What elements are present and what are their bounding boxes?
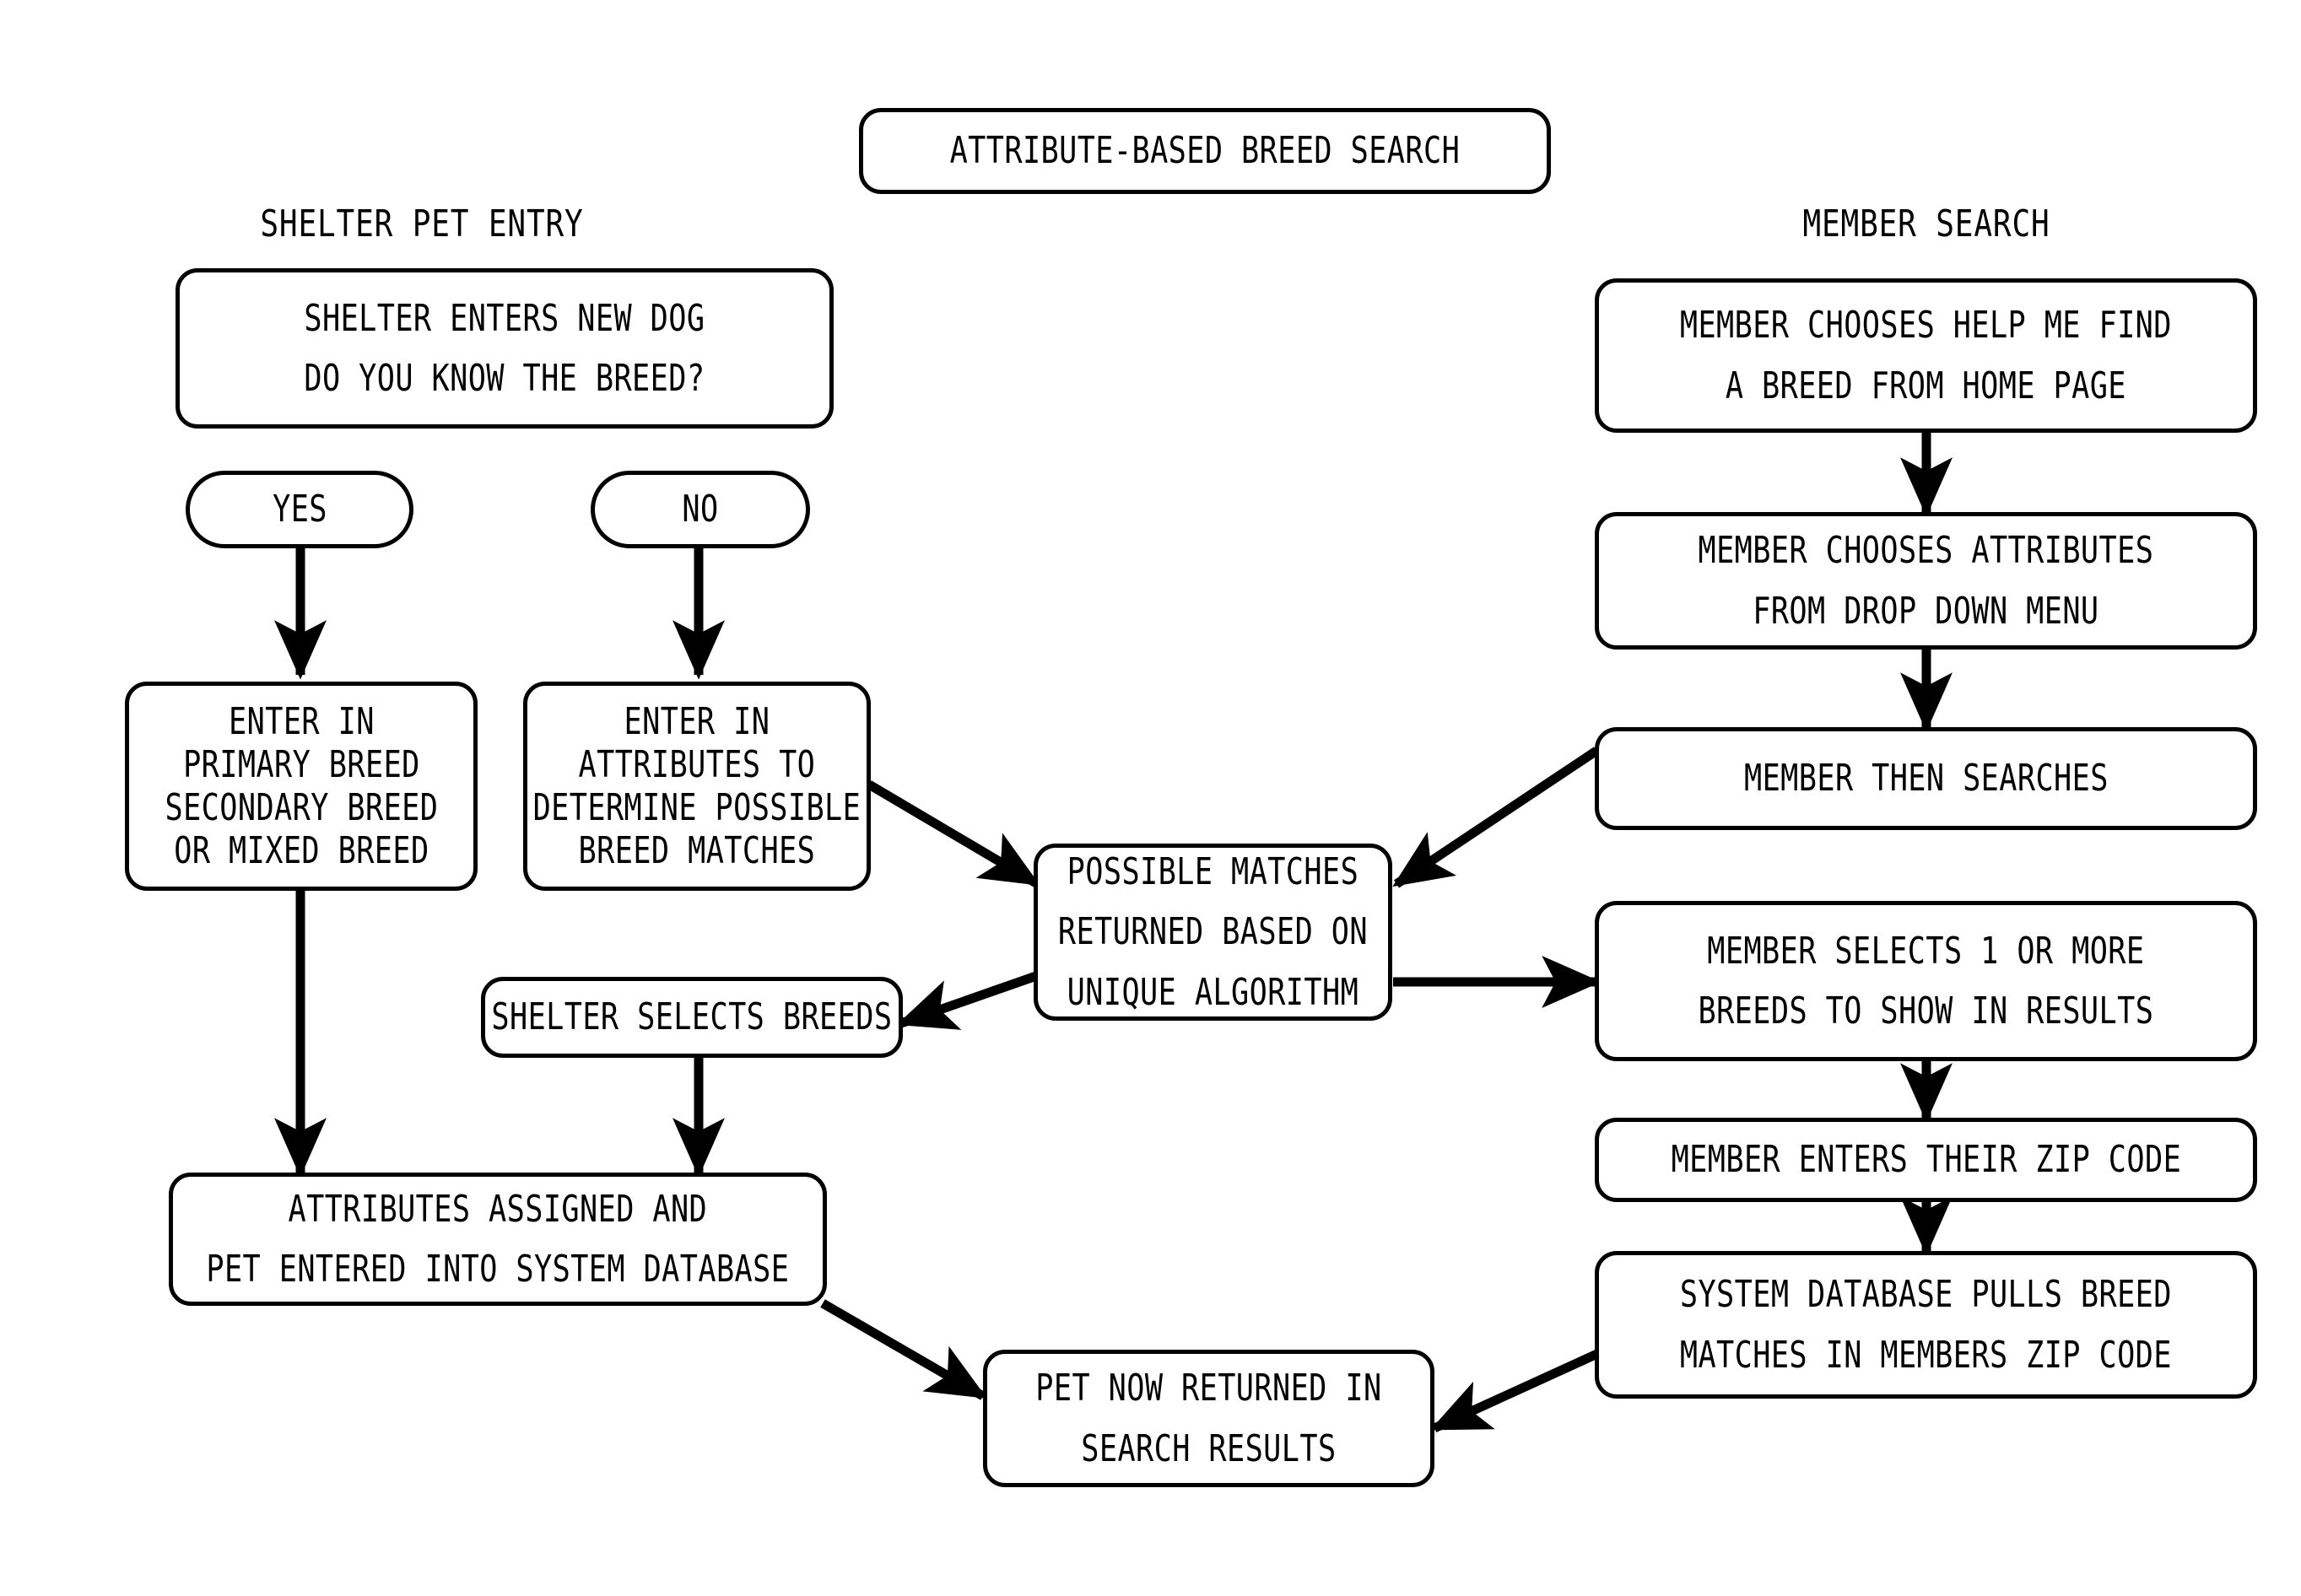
line-2: PET ENTERED INTO SYSTEM DATABASE xyxy=(206,1248,790,1291)
line-1: MEMBER SELECTS 1 OR MORE xyxy=(1707,929,2145,973)
node-decision-yes-label: YES xyxy=(272,488,327,531)
node-member-then-searches[interactable]: MEMBER THEN SEARCHES xyxy=(1595,727,2257,830)
line-2: ATTRIBUTES TO xyxy=(578,742,816,786)
line-1: PET NOW RETURNED IN xyxy=(1035,1367,1382,1410)
section-heading-shelter-pet-entry-label: SHELTER PET ENTRY xyxy=(260,202,584,245)
node-decision-no[interactable]: NO xyxy=(591,471,810,548)
node-attributes-assigned[interactable]: ATTRIBUTES ASSIGNED AND PET ENTERED INTO … xyxy=(169,1173,827,1306)
node-enter-in-primary-breed-label: ENTER IN PRIMARY BREED SECONDARY BREED OR M… xyxy=(165,700,438,872)
node-shelter-selects-breeds[interactable]: SHELTER SELECTS BREEDS xyxy=(481,977,903,1058)
line-2: SEARCH RESULTS xyxy=(1081,1426,1337,1470)
edge-attributes-assigned-to-pet-returned xyxy=(820,1299,987,1400)
node-member-chooses-attributes[interactable]: MEMBER CHOOSES ATTRIBUTES FROM DROP DOWN … xyxy=(1595,512,2257,650)
line-2: PRIMARY BREED xyxy=(182,742,420,786)
line-4: OR MIXED BREED xyxy=(173,829,429,873)
line-1: ENTER IN xyxy=(624,699,770,743)
node-system-database-pulls[interactable]: SYSTEM DATABASE PULLS BREED MATCHES IN ME… xyxy=(1595,1251,2257,1399)
line-2: RETURNED BASED ON xyxy=(1057,910,1369,954)
node-enter-in-attributes[interactable]: ENTER IN ATTRIBUTES TO DETERMINE POSSIBLE B… xyxy=(523,682,871,891)
line-1: MEMBER CHOOSES HELP ME FIND xyxy=(1680,304,2172,348)
node-decision-no-label: NO xyxy=(682,488,719,531)
line-2: A BREED FROM HOME PAGE xyxy=(1725,364,2127,407)
node-enter-in-attributes-label: ENTER IN ATTRIBUTES TO DETERMINE POSSIBLE B… xyxy=(533,700,862,872)
node-shelter-enters-new-dog[interactable]: SHELTER ENTERS NEW DOG DO YOU KNOW THE BR… xyxy=(176,268,834,429)
node-attributes-assigned-label: ATTRIBUTES ASSIGNED AND PET ENTERED INTO … xyxy=(207,1179,790,1300)
node-shelter-enters-new-dog-label: SHELTER ENTERS NEW DOG DO YOU KNOW THE BR… xyxy=(304,288,705,409)
section-heading-member-search-label: MEMBER SEARCH xyxy=(1802,202,2050,245)
line-1: ATTRIBUTES ASSIGNED AND xyxy=(288,1187,708,1231)
node-member-then-searches-label: MEMBER THEN SEARCHES xyxy=(1743,757,2109,801)
line-1: SHELTER ENTERS NEW DOG xyxy=(304,296,705,340)
line-1: SYSTEM DATABASE PULLS BREED xyxy=(1680,1273,2172,1317)
line-2: DO YOU KNOW THE BREED? xyxy=(304,357,705,400)
line-4: BREED MATCHES xyxy=(578,829,816,873)
edge-possible-matches-to-shelter-selects xyxy=(896,971,1038,1030)
node-system-database-pulls-label: SYSTEM DATABASE PULLS BREED MATCHES IN ME… xyxy=(1680,1264,2172,1385)
edge-enter-attributes-to-possible-matches xyxy=(867,780,1040,887)
edge-member-searches-to-possible-matches xyxy=(1392,747,1600,888)
node-member-selects-breeds[interactable]: MEMBER SELECTS 1 OR MORE BREEDS TO SHOW I… xyxy=(1595,901,2257,1061)
line-2: FROM DROP DOWN MENU xyxy=(1753,589,2099,633)
node-pet-now-returned-label: PET NOW RETURNED IN SEARCH RESULTS xyxy=(1035,1358,1381,1479)
node-member-chooses-help[interactable]: MEMBER CHOOSES HELP ME FIND A BREED FROM … xyxy=(1595,278,2257,433)
line-3: SECONDARY BREED xyxy=(165,786,438,829)
node-shelter-selects-breeds-label: SHELTER SELECTS BREEDS xyxy=(491,995,893,1039)
node-title-attribute-based-breed-search[interactable]: ATTRIBUTE-BASED BREED SEARCH xyxy=(859,108,1551,194)
node-possible-matches[interactable]: POSSIBLE MATCHES RETURNED BASED ON UNIQUE … xyxy=(1034,844,1392,1021)
line-2: MATCHES IN MEMBERS ZIP CODE xyxy=(1680,1333,2172,1377)
line-1: ENTER IN xyxy=(228,699,375,743)
node-member-enters-zip-code[interactable]: MEMBER ENTERS THEIR ZIP CODE xyxy=(1595,1118,2257,1202)
node-pet-now-returned[interactable]: PET NOW RETURNED IN SEARCH RESULTS xyxy=(983,1350,1434,1487)
node-possible-matches-label: POSSIBLE MATCHES RETURNED BASED ON UNIQUE … xyxy=(1058,842,1368,1022)
node-member-selects-breeds-label: MEMBER SELECTS 1 OR MORE BREEDS TO SHOW I… xyxy=(1699,921,2154,1042)
line-2: BREEDS TO SHOW IN RESULTS xyxy=(1698,989,2154,1033)
line-1: POSSIBLE MATCHES xyxy=(1067,850,1359,894)
section-heading-member-search: MEMBER SEARCH xyxy=(1698,202,2154,245)
flowchart-canvas: ATTRIBUTE-BASED BREED SEARCH SHELTER PET… xyxy=(0,0,2301,1596)
node-member-chooses-help-label: MEMBER CHOOSES HELP ME FIND A BREED FROM … xyxy=(1680,295,2172,416)
line-1: MEMBER CHOOSES ATTRIBUTES xyxy=(1698,529,2154,573)
section-heading-shelter-pet-entry: SHELTER PET ENTRY xyxy=(193,202,650,245)
node-enter-in-primary-breed[interactable]: ENTER IN PRIMARY BREED SECONDARY BREED OR M… xyxy=(125,682,478,891)
node-member-enters-zip-code-label: MEMBER ENTERS THEIR ZIP CODE xyxy=(1671,1138,2181,1182)
node-decision-yes[interactable]: YES xyxy=(186,471,413,548)
line-3: UNIQUE ALGORITHM xyxy=(1067,970,1359,1014)
line-3: DETERMINE POSSIBLE xyxy=(532,786,862,829)
node-member-chooses-attributes-label: MEMBER CHOOSES ATTRIBUTES FROM DROP DOWN … xyxy=(1699,520,2154,641)
node-title-label: ATTRIBUTE-BASED BREED SEARCH xyxy=(949,129,1461,173)
